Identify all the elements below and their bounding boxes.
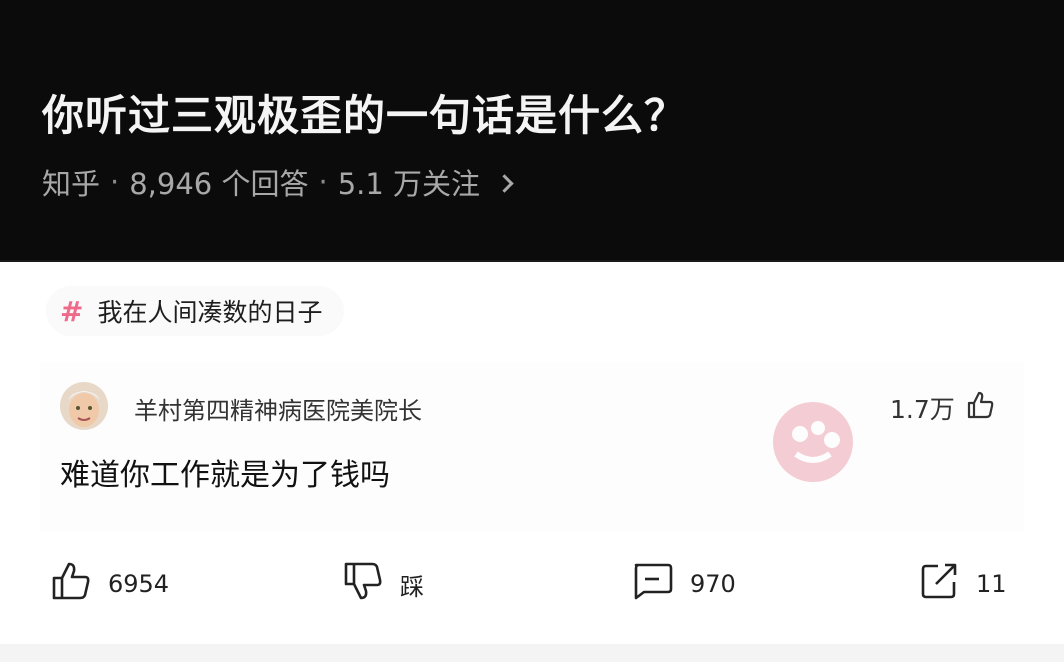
- topic-label: 我在人间凑数的日子: [97, 298, 323, 327]
- upvote-button[interactable]: 6954: [50, 562, 169, 606]
- downvote-button[interactable]: 踩: [342, 562, 424, 606]
- thumbs-down-icon: [342, 560, 384, 608]
- question-meta[interactable]: 知乎 · 8,946 个回答 · 5.1 万关注: [42, 161, 514, 203]
- bottom-divider: [0, 644, 1064, 662]
- comment-like-button[interactable]: 1.7万: [890, 390, 995, 426]
- topic-tag[interactable]: # 我在人间凑数的日子: [46, 286, 345, 336]
- downvote-label: 踩: [400, 572, 424, 601]
- comment-button[interactable]: 970: [630, 562, 736, 606]
- upvote-count: 6954: [108, 570, 170, 598]
- watermark-stamp: [768, 398, 858, 486]
- thumbs-up-icon: [965, 390, 995, 426]
- comment-count: 970: [690, 570, 736, 598]
- chevron-right-icon: [495, 173, 514, 193]
- separator-dot: ·: [110, 165, 120, 199]
- question-title[interactable]: 你听过三观极歪的一句话是什么？: [42, 82, 687, 143]
- comment-username[interactable]: 羊村第四精神病医院美院长: [134, 391, 422, 426]
- share-count: 11: [976, 570, 1007, 598]
- follower-count: 5.1 万关注: [337, 167, 481, 201]
- comment-card: [40, 362, 1024, 532]
- source-label: 知乎: [42, 167, 101, 201]
- separator-dot: ·: [318, 165, 328, 199]
- share-button[interactable]: 11: [918, 562, 1007, 606]
- question-header: 你听过三观极歪的一句话是什么？ 知乎 · 8,946 个回答 · 5.1 万关注: [0, 0, 1064, 262]
- avatar[interactable]: [60, 382, 108, 430]
- thumbs-up-icon: [50, 560, 92, 608]
- hashtag-icon: #: [60, 294, 84, 328]
- comment-text: 难道你工作就是为了钱吗: [60, 458, 390, 493]
- comment-icon: [630, 561, 674, 607]
- comment-like-count: 1.7万: [890, 395, 955, 424]
- answer-count: 8,946 个回答: [129, 167, 309, 201]
- share-icon: [918, 560, 960, 608]
